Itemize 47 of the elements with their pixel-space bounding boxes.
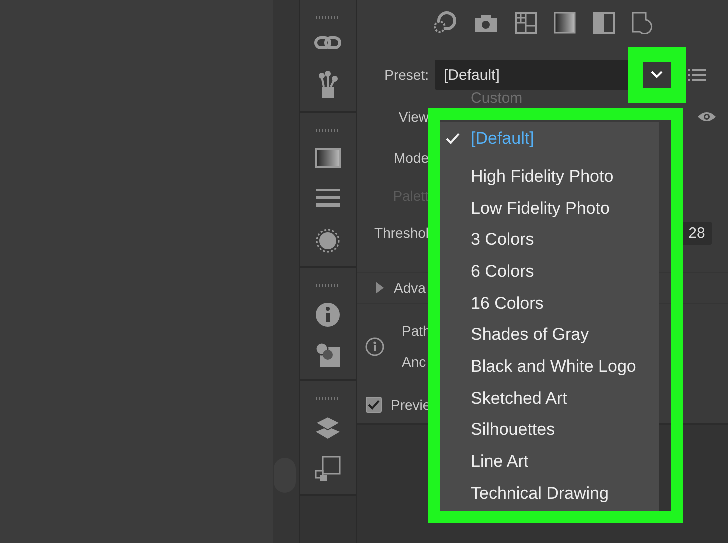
menu-item[interactable]: 16 Colors [440,288,659,320]
list-menu-icon[interactable] [688,68,706,82]
grip-handle[interactable] [316,129,340,132]
circle-icon[interactable] [315,228,341,254]
info-icon[interactable] [316,303,340,327]
info-label: Anc [402,353,428,372]
preview-checkbox[interactable] [366,397,382,413]
grip-handle[interactable] [316,16,340,19]
gear-circle-icon[interactable] [433,10,457,34]
grip-handle[interactable] [316,397,340,400]
lines-icon[interactable] [315,188,341,208]
preset-dropdown[interactable]: [Default] [435,60,675,90]
eye-icon[interactable] [697,111,717,123]
link-icon[interactable] [314,35,342,51]
artboards-icon[interactable] [315,456,341,482]
camera-icon[interactable] [474,12,498,32]
checkmark-icon [446,133,460,145]
menu-item[interactable]: Black and White Logo [440,351,659,383]
field-label: Threshol [374,225,429,241]
half-square-icon[interactable] [593,12,615,34]
info-icon[interactable] [365,337,385,357]
dropdown-button[interactable] [643,62,671,88]
field-label: Preset: [384,67,429,83]
plant-pot-icon[interactable] [316,71,340,99]
menu-item[interactable]: Line Art [440,446,659,478]
menu-item[interactable]: High Fidelity Photo [440,161,659,193]
menu-item[interactable]: 3 Colors [440,224,659,256]
shape-outline-icon[interactable] [632,12,654,34]
grid-icon[interactable] [515,12,537,34]
section-label[interactable]: Adva [394,280,426,296]
menu-item[interactable]: Low Fidelity Photo [440,192,659,224]
field-label: View [398,109,429,125]
triangle-right-icon[interactable] [375,281,385,295]
menu-item[interactable]: Shades of Gray [440,319,659,352]
gradient-square-icon[interactable] [554,12,576,34]
grip-handle[interactable] [316,284,340,287]
menu-item[interactable]: Silhouettes [440,414,659,446]
menu-item[interactable]: [Default] [440,122,659,156]
threshold-field[interactable]: 28 [682,222,712,244]
shapes-icon[interactable] [316,343,340,367]
chevron-icon [651,71,663,79]
layers-icon[interactable] [315,416,341,440]
field-label: Mode [392,150,429,166]
gradient-square-icon[interactable] [315,148,341,168]
menu-item[interactable]: 6 Colors [440,256,659,288]
menu-item[interactable]: Sketched Art [440,382,659,414]
menu-item[interactable]: Technical Drawing [440,478,659,510]
